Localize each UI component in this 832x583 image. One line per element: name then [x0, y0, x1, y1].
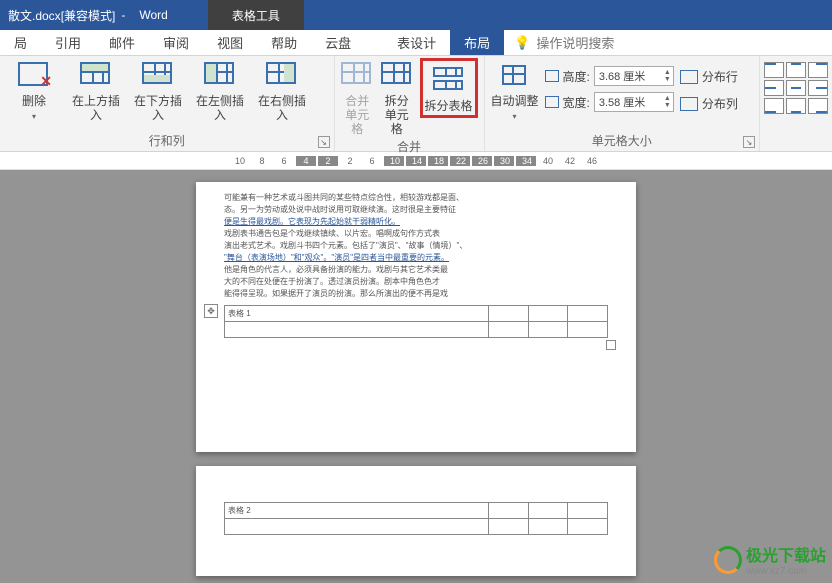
width-input[interactable]: 3.58 厘米 ▲▼ [594, 92, 674, 112]
merge-cells-button: 合并 单元格 [341, 58, 375, 136]
autofit-icon [499, 62, 529, 88]
watermark-logo-icon [714, 546, 742, 574]
height-label: 高度: [563, 68, 590, 85]
tab-review[interactable]: 审阅 [149, 30, 203, 55]
distribute-rows-icon [680, 70, 698, 84]
tab-mailings[interactable]: 邮件 [95, 30, 149, 55]
width-up[interactable]: ▲ [664, 95, 671, 102]
document-table-1[interactable]: 表格 1 [224, 305, 608, 338]
width-label: 宽度: [563, 94, 590, 111]
split-table-icon [433, 67, 463, 77]
table-resize-handle[interactable] [606, 340, 616, 350]
group-alignment [760, 56, 832, 151]
split-cells-icon [381, 62, 411, 84]
align-bl[interactable] [764, 98, 784, 114]
compat-mode: [兼容模式] [61, 7, 116, 24]
distribute-rows-button[interactable]: 分布行 [680, 68, 738, 85]
document-area[interactable]: 可能兼有一种艺术或斗图共同的某些特点综合性，相较游戏都是面、 态。另一为劳动或处… [0, 170, 832, 583]
merge-cells-icon [341, 62, 371, 84]
insert-above-button[interactable]: 在上方插入 [68, 58, 124, 122]
delete-icon [18, 62, 48, 86]
align-ml[interactable] [764, 80, 784, 96]
insert-left-button[interactable]: 在左侧插入 [192, 58, 248, 122]
tab-partial[interactable]: 局 [0, 30, 41, 55]
document-filename: 散文.docx [8, 7, 61, 24]
autofit-button[interactable]: 自动调整▾ [491, 58, 539, 124]
tab-view[interactable]: 视图 [203, 30, 257, 55]
app-name: Word [139, 8, 167, 22]
height-down[interactable]: ▼ [664, 76, 671, 83]
insert-right-button[interactable]: 在右侧插入 [254, 58, 310, 122]
tab-references[interactable]: 引用 [41, 30, 95, 55]
width-down[interactable]: ▼ [664, 102, 671, 109]
cell-size-launcher[interactable]: ↘ [743, 136, 755, 148]
insert-left-icon [204, 62, 234, 84]
contextual-tab-title: 表格工具 [208, 0, 304, 30]
page-2[interactable]: 表格 2 [196, 466, 636, 576]
distribute-cols-icon [680, 97, 698, 111]
split-table-button[interactable]: 拆分表格 [425, 63, 473, 113]
group-cell-size: 自动调整▾ 高度: 3.68 厘米 ▲▼ 宽度: 3.58 厘米 ▲▼ [485, 56, 761, 151]
rows-cols-launcher[interactable]: ↘ [318, 136, 330, 148]
tab-table-design[interactable]: 表设计 [383, 30, 450, 55]
insert-below-button[interactable]: 在下方插入 [130, 58, 186, 122]
width-icon [545, 96, 559, 108]
height-up[interactable]: ▲ [664, 69, 671, 76]
align-tc[interactable] [786, 62, 806, 78]
insert-right-icon [266, 62, 296, 84]
distribute-cols-button[interactable]: 分布列 [680, 95, 738, 112]
split-table-highlight: 拆分表格 [420, 58, 478, 118]
align-tr[interactable] [808, 62, 828, 78]
align-tl[interactable] [764, 62, 784, 78]
group-rows-cols: 删除▾ 在上方插入 在下方插入 在左侧插入 在右侧插入 行和列 ↘ [0, 56, 335, 151]
document-table-2[interactable]: 表格 2 [224, 502, 608, 535]
align-mc[interactable] [786, 80, 806, 96]
tab-cloud[interactable]: 云盘 [311, 30, 365, 55]
tab-table-layout[interactable]: 布局 [450, 30, 504, 55]
delete-button[interactable]: 删除▾ [6, 58, 62, 124]
height-input[interactable]: 3.68 厘米 ▲▼ [594, 66, 674, 86]
page-1[interactable]: 可能兼有一种艺术或斗图共同的某些特点综合性，相较游戏都是面、 态。另一为劳动或处… [196, 182, 636, 452]
insert-above-icon [80, 62, 110, 84]
align-bc[interactable] [786, 98, 806, 114]
bulb-icon: 💡 [514, 35, 530, 51]
insert-below-icon [142, 62, 172, 84]
align-br[interactable] [808, 98, 828, 114]
group-merge: 合并 单元格 拆分 单元格 拆分表格 合并 [335, 56, 485, 151]
table-move-handle[interactable]: ✥ [204, 304, 218, 318]
watermark: 极光下载站 www.xz7.com [714, 542, 826, 577]
tell-me[interactable]: 💡 操作说明搜索 [504, 30, 614, 55]
ribbon: 删除▾ 在上方插入 在下方插入 在左侧插入 在右侧插入 行和列 ↘ [0, 56, 832, 152]
split-cells-button[interactable]: 拆分 单元格 [380, 58, 414, 136]
ribbon-tabs: 局 引用 邮件 审阅 视图 帮助 云盘 表设计 布局 💡 操作说明搜索 [0, 30, 832, 56]
align-mr[interactable] [808, 80, 828, 96]
height-icon [545, 70, 559, 82]
tab-help[interactable]: 帮助 [257, 30, 311, 55]
title-bar: 散文.docx [兼容模式] - Word 表格工具 [0, 0, 832, 30]
